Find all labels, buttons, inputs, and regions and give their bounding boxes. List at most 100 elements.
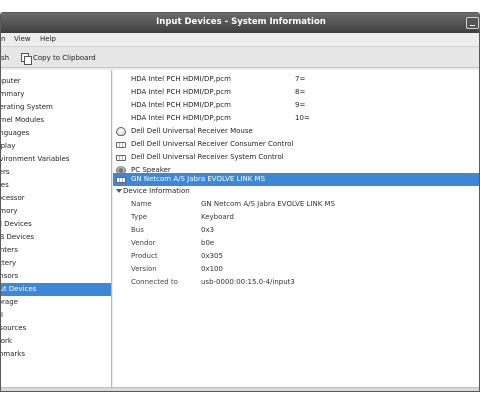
sidebar-item-kernel-modules[interactable]: ernel Modules bbox=[1, 114, 111, 127]
sidebar-item-sensors[interactable]: ensors bbox=[1, 270, 111, 283]
device-value: 9= bbox=[295, 101, 306, 109]
info-value: GN Netcom A/S Jabra EVOLVE LINK MS bbox=[201, 200, 336, 208]
keyboard-icon bbox=[116, 142, 126, 148]
sidebar-item-label: chmarks bbox=[1, 350, 25, 358]
mouse-icon bbox=[116, 127, 126, 136]
info-row: Version 0x100 bbox=[113, 263, 479, 275]
device-row[interactable]: Dell Dell Universal Receiver System Cont… bbox=[113, 151, 479, 164]
info-value: b0e bbox=[201, 239, 215, 247]
sidebar-item-benchmarks[interactable]: chmarks bbox=[1, 348, 111, 361]
device-value: 8= bbox=[295, 88, 306, 96]
info-value: 0x305 bbox=[201, 252, 223, 260]
sidebar-item-label: emory bbox=[1, 207, 18, 215]
device-row[interactable]: HDA Intel PCH HDMI/DP,pcm 10= bbox=[113, 112, 479, 125]
sidebar-item-usb-devices[interactable]: SB Devices bbox=[1, 231, 111, 244]
sidebar-item-input-devices[interactable]: put Devices bbox=[1, 283, 111, 297]
sidebar-item-languages[interactable]: anguages bbox=[1, 127, 111, 140]
toolbar: sh Copy to Clipboard bbox=[1, 46, 479, 68]
menu-file[interactable]: n bbox=[1, 35, 5, 43]
info-row: Bus 0x3 bbox=[113, 224, 479, 236]
device-row[interactable]: Dell Dell Universal Receiver Consumer Co… bbox=[113, 138, 479, 151]
menu-view[interactable]: View bbox=[14, 35, 31, 43]
sidebar-item-label: ices bbox=[1, 181, 9, 189]
sidebar-item-label: rinters bbox=[1, 246, 18, 254]
sidebar-item-operating-system[interactable]: perating System bbox=[1, 101, 111, 114]
info-row: Type Keyboard bbox=[113, 211, 479, 223]
keyboard-icon bbox=[116, 155, 126, 161]
menu-help[interactable]: Help bbox=[40, 35, 56, 43]
device-value: 7= bbox=[295, 75, 306, 83]
sidebar-item-storage[interactable]: torage bbox=[1, 296, 111, 309]
device-row[interactable]: HDA Intel PCH HDMI/DP,pcm 9= bbox=[113, 99, 479, 112]
sidebar-item-label: esources bbox=[1, 324, 27, 332]
device-name: HDA Intel PCH HDMI/DP,pcm bbox=[131, 75, 231, 83]
refresh-button[interactable]: sh bbox=[1, 51, 9, 65]
system-information-window: Input Devices - System Information n Vie… bbox=[0, 12, 480, 392]
info-key: Name bbox=[131, 200, 152, 208]
device-name: HDA Intel PCH HDMI/DP,pcm bbox=[131, 101, 231, 109]
sidebar-item-environment-variables[interactable]: nvironment Variables bbox=[1, 153, 111, 166]
status-bar bbox=[1, 387, 479, 391]
info-key: Vendor bbox=[131, 239, 156, 247]
section-title: Device Information bbox=[123, 187, 190, 195]
device-row[interactable]: HDA Intel PCH HDMI/DP,pcm 8= bbox=[113, 86, 479, 99]
info-row: Name GN Netcom A/S Jabra EVOLVE LINK MS bbox=[113, 198, 479, 210]
sidebar-item-label: anguages bbox=[1, 129, 30, 137]
sidebar-item-memory[interactable]: emory bbox=[1, 205, 111, 218]
sidebar-item-battery[interactable]: attery bbox=[1, 257, 111, 270]
info-key: Product bbox=[131, 252, 158, 260]
sidebar-item-label: MI bbox=[1, 311, 4, 319]
expand-arrow-icon[interactable] bbox=[116, 189, 122, 193]
sidebar-item-label: ensors bbox=[1, 272, 19, 280]
device-name: Dell Dell Universal Receiver System Cont… bbox=[131, 153, 284, 161]
sidebar-item-pci-devices[interactable]: CI Devices bbox=[1, 218, 111, 231]
sidebar-item-processor[interactable]: rocessor bbox=[1, 192, 111, 205]
device-value: 10= bbox=[295, 114, 310, 122]
info-row: Product 0x305 bbox=[113, 250, 479, 262]
device-row[interactable]: Dell Dell Universal Receiver Mouse bbox=[113, 125, 479, 138]
info-value: Keyboard bbox=[201, 213, 234, 221]
copy-to-clipboard-label: Copy to Clipboard bbox=[33, 54, 96, 62]
info-value: 0x100 bbox=[201, 265, 223, 273]
sidebar-item-computer[interactable]: mputer bbox=[1, 75, 111, 88]
sidebar-item-printers[interactable]: rinters bbox=[1, 244, 111, 257]
sidebar-item-label: isplay bbox=[1, 142, 16, 150]
sidebar-item-label: perating System bbox=[1, 103, 53, 111]
menu-bar: n View Help bbox=[1, 33, 479, 46]
sidebar-item-network[interactable]: work bbox=[1, 335, 111, 348]
sidebar-item-label: attery bbox=[1, 259, 17, 267]
sidebar: mputer ummary perating System ernel Modu… bbox=[1, 70, 112, 387]
info-value: 0x3 bbox=[201, 226, 215, 234]
sidebar-item-label: rocessor bbox=[1, 194, 25, 202]
copy-to-clipboard-button[interactable]: Copy to Clipboard bbox=[21, 51, 96, 65]
sidebar-item-label: put Devices bbox=[1, 285, 37, 293]
device-name: HDA Intel PCH HDMI/DP,pcm bbox=[131, 114, 231, 122]
minimize-icon[interactable] bbox=[466, 17, 479, 29]
sidebar-item-devices[interactable]: ices bbox=[1, 179, 111, 192]
sidebar-item-label: work bbox=[1, 337, 12, 345]
device-name: HDA Intel PCH HDMI/DP,pcm bbox=[131, 88, 231, 96]
sidebar-item-dmi[interactable]: MI bbox=[1, 309, 111, 322]
copy-icon bbox=[21, 53, 32, 65]
info-value: usb-0000:00:15.0-4/input3 bbox=[201, 278, 295, 286]
sidebar-item-label: nvironment Variables bbox=[1, 155, 70, 163]
sidebar-item-label: ernel Modules bbox=[1, 116, 45, 124]
sidebar-item-label: torage bbox=[1, 298, 18, 306]
sidebar-item-display[interactable]: isplay bbox=[1, 140, 111, 153]
refresh-label: sh bbox=[1, 54, 10, 62]
titlebar[interactable]: Input Devices - System Information bbox=[1, 13, 479, 33]
info-key: Version bbox=[131, 265, 157, 273]
info-key: Bus bbox=[131, 226, 144, 234]
sidebar-item-resources[interactable]: esources bbox=[1, 322, 111, 335]
info-key: Connected to bbox=[131, 278, 178, 286]
sidebar-item-label: sers bbox=[1, 168, 10, 176]
sidebar-item-summary[interactable]: ummary bbox=[1, 88, 111, 101]
sidebar-item-label: SB Devices bbox=[1, 233, 35, 241]
device-row[interactable]: HDA Intel PCH HDMI/DP,pcm 7= bbox=[113, 73, 479, 86]
sidebar-item-label: CI Devices bbox=[1, 220, 32, 228]
sidebar-item-label: ummary bbox=[1, 90, 25, 98]
device-information-header[interactable]: Device Information bbox=[113, 185, 479, 198]
info-row: Vendor b0e bbox=[113, 237, 479, 249]
sidebar-item-users[interactable]: sers bbox=[1, 166, 111, 179]
sidebar-item-label: mputer bbox=[1, 77, 21, 85]
